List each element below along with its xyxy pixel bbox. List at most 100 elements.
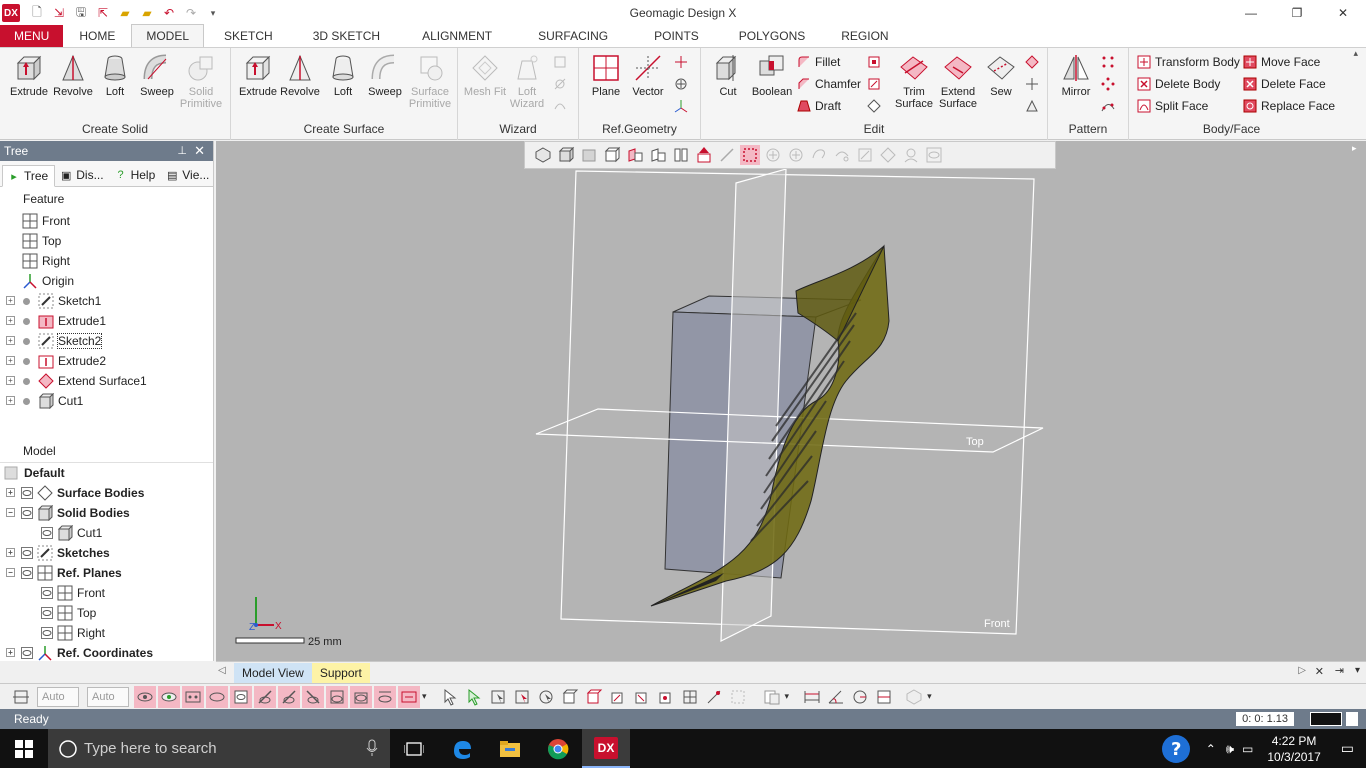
task-view-button[interactable] xyxy=(390,729,438,768)
tab-menu[interactable]: MENU xyxy=(0,25,64,47)
select-tool-9-icon[interactable] xyxy=(631,686,653,708)
display-mode-icon[interactable] xyxy=(761,686,783,708)
open-recent-icon[interactable]: ▰ xyxy=(138,4,156,22)
expand-icon[interactable]: + xyxy=(6,296,15,305)
wizard-tool-2-icon[interactable] xyxy=(552,76,568,92)
measure-section-icon[interactable] xyxy=(873,686,895,708)
status-toggle[interactable] xyxy=(1346,712,1358,726)
measure-angle-icon[interactable] xyxy=(825,686,847,708)
tab-support[interactable]: Support xyxy=(311,662,370,683)
minimize-icon[interactable]: — xyxy=(1228,0,1274,26)
render-mode-icon[interactable] xyxy=(556,145,576,165)
filter-5-icon[interactable] xyxy=(230,685,252,708)
edit-tool-5-icon[interactable] xyxy=(1024,76,1040,92)
new-file-icon[interactable]: 🗋 xyxy=(28,4,46,22)
restore-icon[interactable]: ❐ xyxy=(1274,0,1320,26)
visible-select-icon[interactable] xyxy=(901,145,921,165)
chamfer-button[interactable]: Chamfer xyxy=(797,74,861,94)
notifications-icon[interactable]: ▭ xyxy=(1331,740,1366,757)
tray-chevron-icon[interactable]: ⌃ xyxy=(1200,742,1222,756)
trim-surface-button[interactable]: Trim Surface xyxy=(891,52,937,110)
clock[interactable]: 4:22 PM 10/3/2017 xyxy=(1257,733,1330,765)
visibility-eye-icon[interactable] xyxy=(40,606,54,620)
select-tool-8-icon[interactable] xyxy=(607,686,629,708)
lasso-select-icon[interactable] xyxy=(809,145,829,165)
file-explorer-taskbar-button[interactable] xyxy=(486,729,534,768)
ribbon-expand-icon[interactable]: ▴ xyxy=(1353,48,1358,59)
select-filter-icon[interactable] xyxy=(10,686,32,708)
plane-button[interactable]: Plane xyxy=(583,52,629,98)
model-item-ref-planes[interactable]: − Ref. Planes xyxy=(0,563,213,583)
expand-icon[interactable]: + xyxy=(6,336,15,345)
tree-item-top[interactable]: Top xyxy=(0,231,213,251)
scroll-right-icon[interactable]: ▷ xyxy=(1298,665,1306,676)
selection-mode-combo-2[interactable]: Auto xyxy=(87,686,129,707)
replace-face-button[interactable]: Replace Face xyxy=(1243,96,1335,116)
circle-select-icon[interactable] xyxy=(763,145,783,165)
view-import-icon[interactable] xyxy=(694,145,714,165)
tree-item-origin[interactable]: Origin xyxy=(0,271,213,291)
design-x-taskbar-button[interactable]: DX xyxy=(582,729,630,768)
filter-more-chevron-icon[interactable]: ▾ xyxy=(422,691,427,702)
filter-3-icon[interactable] xyxy=(182,685,204,708)
chrome-taskbar-button[interactable] xyxy=(534,729,582,768)
wizard-tool-1-icon[interactable] xyxy=(552,54,568,70)
extension-select-icon[interactable] xyxy=(878,145,898,165)
surface-revolve-button[interactable]: Revolve xyxy=(277,52,323,98)
expand-icon[interactable]: + xyxy=(6,376,15,385)
select-tool-11-icon[interactable] xyxy=(679,686,701,708)
tab-help[interactable]: ? Help xyxy=(110,164,162,186)
tab-3d-sketch[interactable]: 3D SKETCH xyxy=(293,25,400,47)
tab-display[interactable]: ▣ Dis... xyxy=(55,164,109,186)
next-tab-icon[interactable]: ⇥ xyxy=(1335,664,1344,677)
scroll-left-icon[interactable]: ◁ xyxy=(218,665,226,676)
filter-8-icon[interactable] xyxy=(302,685,324,708)
split-face-button[interactable]: Split Face xyxy=(1137,96,1208,116)
line-select-icon[interactable] xyxy=(717,145,737,165)
visibility-eye-icon[interactable] xyxy=(20,546,34,560)
tree-item-sketch1[interactable]: + Sketch1 xyxy=(0,291,213,311)
tab-model[interactable]: MODEL xyxy=(131,24,205,47)
tab-surfacing[interactable]: SURFACING xyxy=(514,25,632,47)
section-view-icon[interactable] xyxy=(602,145,622,165)
display-mode-chevron-icon[interactable]: ▾ xyxy=(785,691,790,702)
export-icon[interactable]: ⇱ xyxy=(94,4,112,22)
visibility-eye-icon[interactable] xyxy=(40,526,54,540)
delete-face-button[interactable]: Delete Face xyxy=(1243,74,1326,94)
open-folder-icon[interactable]: ▰ xyxy=(116,4,134,22)
select-tool-7-icon[interactable] xyxy=(583,686,605,708)
paint-select-icon[interactable] xyxy=(855,145,875,165)
mesh-display-chevron-icon[interactable]: ▾ xyxy=(927,691,932,702)
tree-item-front[interactable]: Front xyxy=(0,211,213,231)
model-item-solid-bodies[interactable]: − Solid Bodies xyxy=(0,503,213,523)
extend-surface-button[interactable]: Extend Surface xyxy=(935,52,981,110)
tree-item-sketch2[interactable]: + Sketch2 xyxy=(0,331,213,351)
view-back-icon[interactable] xyxy=(648,145,668,165)
microphone-icon[interactable] xyxy=(366,739,378,757)
customize-chevron-icon[interactable]: ▾ xyxy=(204,4,222,22)
collapse-icon[interactable]: − xyxy=(6,568,15,577)
model-item-surface-bodies[interactable]: + Surface Bodies xyxy=(0,483,213,503)
filter-1-icon[interactable] xyxy=(134,685,156,708)
edit-tool-4-icon[interactable] xyxy=(1024,54,1040,70)
edit-tool-1-icon[interactable] xyxy=(866,54,882,70)
tree-item-extend-surface1[interactable]: + Extend Surface1 xyxy=(0,371,213,391)
linear-pattern-icon[interactable] xyxy=(1100,54,1116,70)
model-item-front[interactable]: Front xyxy=(0,583,213,603)
pin-icon[interactable]: ⊥ xyxy=(177,144,187,157)
expand-icon[interactable]: + xyxy=(6,548,15,557)
tree-item-extrude1[interactable]: + Extrude1 xyxy=(0,311,213,331)
vector-button[interactable]: Vector xyxy=(625,52,671,98)
edit-tool-6-icon[interactable] xyxy=(1024,98,1040,114)
import-icon[interactable]: ⇲ xyxy=(50,4,68,22)
surface-sweep-button[interactable]: Sweep xyxy=(362,52,408,98)
cut-button[interactable]: Cut xyxy=(705,52,751,98)
tab-model-view[interactable]: Model View xyxy=(234,662,312,683)
model-item-cut1[interactable]: Cut1 xyxy=(0,523,213,543)
solid-sweep-button[interactable]: Sweep xyxy=(134,52,180,98)
filter-4-icon[interactable] xyxy=(206,685,228,708)
select-visible-icon[interactable] xyxy=(463,686,485,708)
measure-radius-icon[interactable] xyxy=(849,686,871,708)
tree-item-cut1[interactable]: + Cut1 xyxy=(0,391,213,411)
curve-pattern-icon[interactable] xyxy=(1100,98,1116,114)
